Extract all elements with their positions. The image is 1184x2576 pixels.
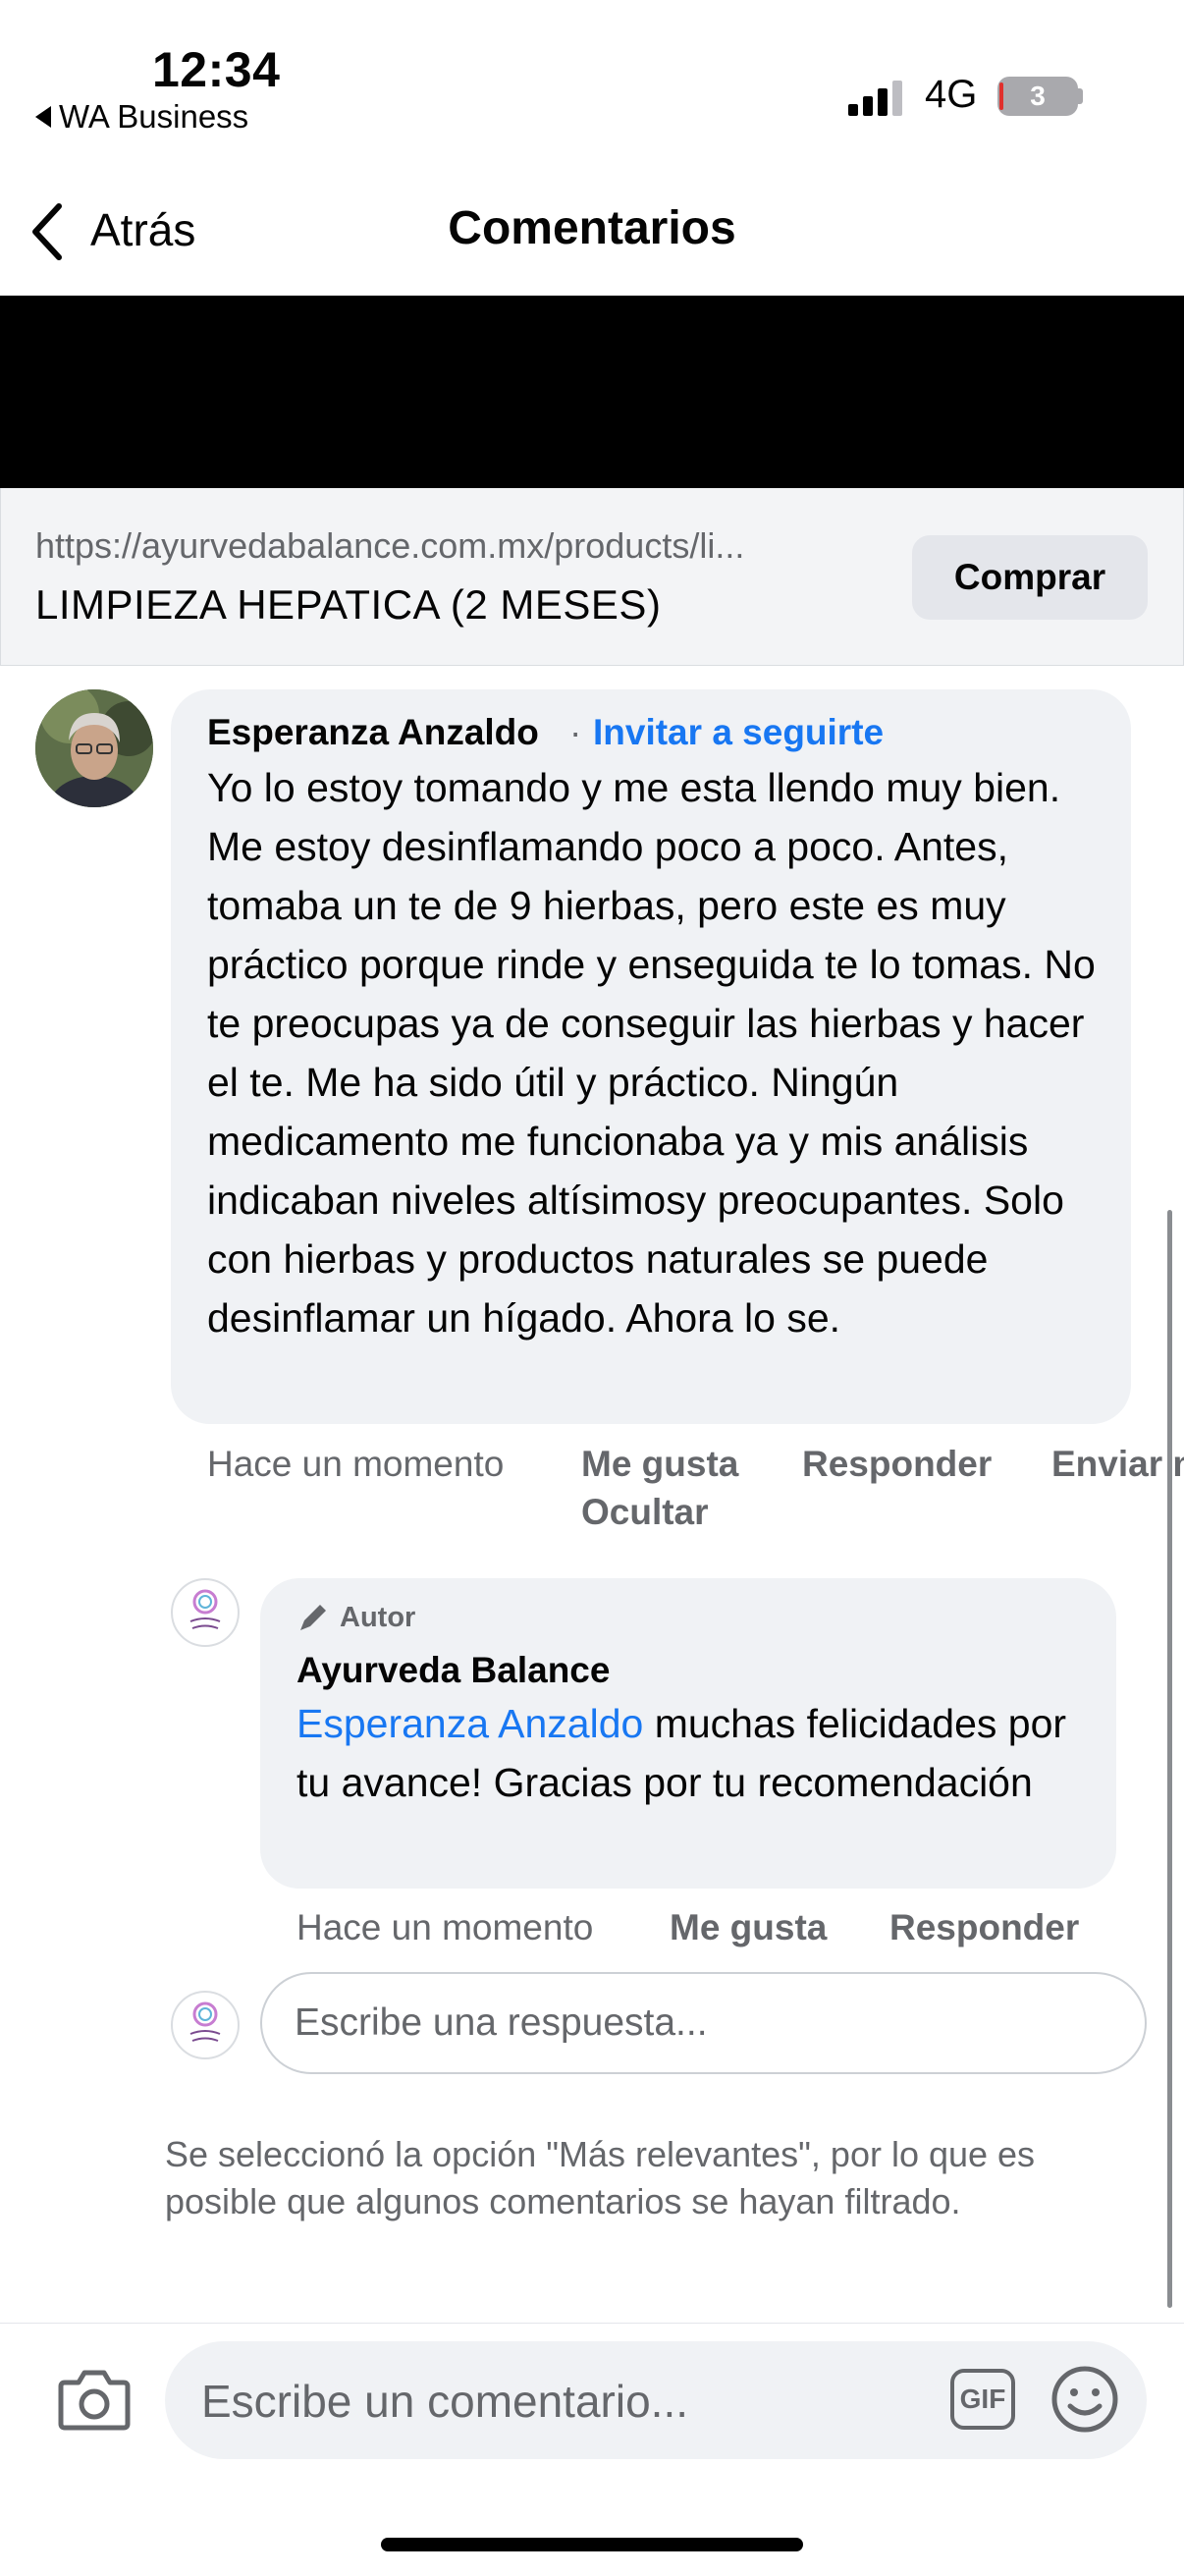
scrollbar[interactable] — [1167, 1210, 1172, 2308]
emoji-icon[interactable] — [1050, 2365, 1119, 2434]
author-badge-label: Autor — [340, 1601, 416, 1633]
network-type: 4G — [925, 73, 978, 116]
page-title: Comentarios — [448, 202, 736, 254]
battery-tip — [1078, 88, 1083, 104]
brand-avatar-small — [171, 1991, 240, 2059]
invite-follow-link[interactable]: Invitar a seguirte — [593, 712, 884, 753]
author-badge: Autor — [296, 1601, 415, 1634]
post-media[interactable] — [0, 296, 1184, 488]
reply-text: Esperanza Anzaldo muchas felicidades por… — [296, 1694, 1102, 1812]
separator-dot: · — [569, 712, 582, 752]
comment-send-button[interactable]: Enviar m — [1051, 1444, 1184, 1485]
reply-input[interactable] — [260, 1972, 1147, 2074]
back-to-app[interactable]: WA Business — [35, 98, 248, 136]
link-title[interactable]: LIMPIEZA HEPATICA (2 MESES) — [35, 581, 661, 629]
avatar[interactable] — [35, 689, 153, 807]
brand-logo-icon — [189, 1589, 221, 1629]
pencil-icon — [300, 1605, 326, 1630]
back-triangle-icon — [35, 106, 51, 128]
user-avatar-image — [35, 689, 153, 807]
reply-like-button[interactable]: Me gusta — [670, 1907, 827, 1948]
buy-button[interactable]: Comprar — [912, 535, 1148, 620]
reply-author[interactable]: Ayurveda Balance — [296, 1650, 610, 1691]
reply-reply-button[interactable]: Responder — [889, 1907, 1079, 1948]
brand-logo-icon — [189, 2001, 221, 2042]
battery-icon: 3 — [997, 77, 1078, 116]
brand-avatar[interactable] — [171, 1578, 240, 1647]
signal-icon — [848, 81, 902, 116]
comment-hide-button[interactable]: Ocultar — [581, 1492, 709, 1533]
gif-icon[interactable]: GIF — [950, 2369, 1015, 2430]
comment-time: Hace un momento — [207, 1444, 505, 1484]
status-time: 12:34 — [152, 42, 281, 97]
comment-reply-button[interactable]: Responder — [802, 1444, 992, 1485]
comment-like-button[interactable]: Me gusta — [581, 1444, 738, 1485]
back-app-label: WA Business — [59, 98, 249, 135]
comment-author[interactable]: Esperanza Anzaldo — [207, 712, 539, 753]
filter-notice: Se seleccionó la opción "Más relevantes"… — [165, 2134, 1036, 2221]
comment-input[interactable] — [201, 2362, 928, 2440]
camera-icon[interactable] — [57, 2367, 132, 2432]
link-url[interactable]: https://ayurvedabalance.com.mx/products/… — [35, 525, 860, 567]
mention-link[interactable]: Esperanza Anzaldo — [296, 1701, 643, 1746]
reply-time: Hace un momento — [296, 1907, 594, 1947]
comment-text: Yo lo estoy tomando y me esta llendo muy… — [207, 765, 1096, 1341]
home-indicator — [381, 2538, 803, 2551]
